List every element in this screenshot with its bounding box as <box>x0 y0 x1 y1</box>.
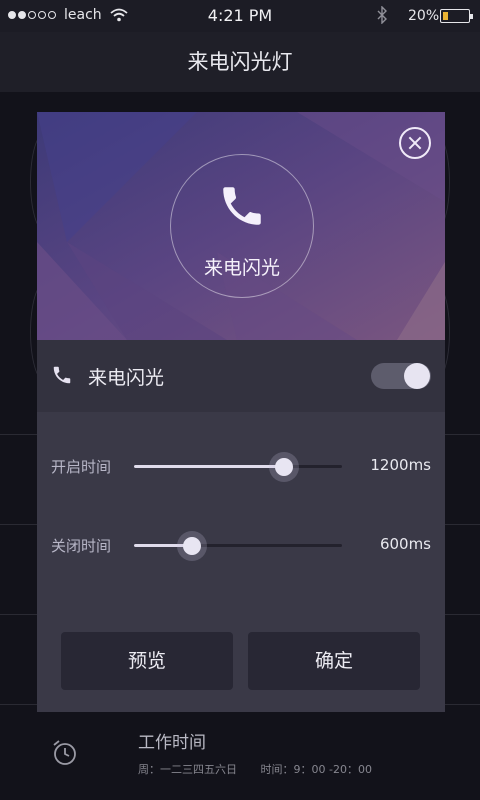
page-title: 来电闪光灯 <box>0 32 480 92</box>
list-item-work-time[interactable]: 工作时间 周：一二三四五六日 时间：9：00 -20：00 <box>0 706 480 800</box>
on-time-label: 开启时间 <box>51 458 112 476</box>
phone-icon <box>53 366 71 384</box>
preview-button[interactable]: 预览 <box>61 632 233 690</box>
off-time-label: 关闭时间 <box>51 537 112 555</box>
battery-nub <box>470 14 473 19</box>
slider-thumb[interactable] <box>274 458 293 476</box>
work-time-title: 工作时间 <box>138 733 206 753</box>
off-time-value: 600ms <box>379 535 431 553</box>
dialog-hero: 来电闪光 <box>37 112 445 340</box>
off-time-slider[interactable] <box>134 531 342 561</box>
confirm-button[interactable]: 确定 <box>248 632 420 690</box>
flash-toggle-label: 来电闪光 <box>88 367 165 389</box>
battery-level <box>443 12 448 20</box>
alarm-clock-icon <box>53 740 76 765</box>
on-time-slider[interactable] <box>134 452 342 482</box>
on-time-slider-row: 开启时间 1200ms <box>37 446 445 486</box>
slider-fill <box>134 465 284 468</box>
phone-icon <box>223 187 261 225</box>
work-time-details: 周：一二三四五六日 时间：9：00 -20：00 <box>138 761 392 777</box>
flash-toggle-row: 来电闪光 <box>37 340 445 412</box>
flash-toggle-switch[interactable] <box>371 363 431 389</box>
toggle-knob <box>404 363 430 389</box>
work-days: 周：一二三四五六日 <box>138 763 237 776</box>
hero-circle: 来电闪光 <box>170 154 314 298</box>
bluetooth-icon <box>377 6 387 24</box>
status-bar: leach 4:21 PM 20% <box>0 0 480 32</box>
off-time-slider-row: 关闭时间 600ms <box>37 525 445 565</box>
work-hours: 时间：9：00 -20：00 <box>260 763 372 776</box>
flash-settings-dialog: 来电闪光 来电闪光 开启时间 1200ms 关闭时间 600ms 预览 确定 <box>37 112 445 712</box>
hero-label: 来电闪光 <box>203 257 280 279</box>
close-button[interactable] <box>399 127 431 159</box>
battery-percent: 20% <box>408 8 440 24</box>
battery-icon <box>440 9 473 23</box>
on-time-value: 1200ms <box>370 456 431 474</box>
